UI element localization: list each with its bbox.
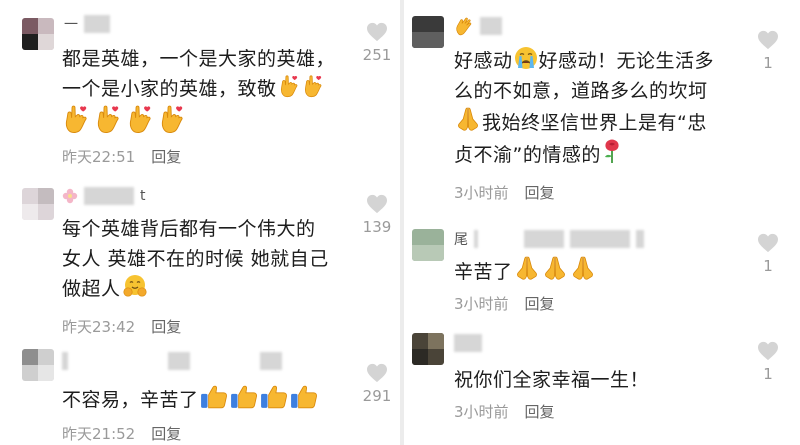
username[interactable] <box>62 351 282 371</box>
emoji-row <box>62 104 342 134</box>
like-count: 251 <box>362 46 392 64</box>
avatar[interactable] <box>412 229 444 261</box>
heart-icon <box>366 22 388 42</box>
love-you-gesture-icon <box>278 74 300 98</box>
username-suffix: t <box>140 188 146 204</box>
comment-column-left: 一 都是英雄，一个是大家的英雄， 一个是小家的英雄，致敬 昨天22:51 回复 … <box>0 0 400 445</box>
timestamp: 3小时前 <box>454 295 509 313</box>
avatar[interactable] <box>22 349 54 381</box>
heart-icon <box>366 363 388 383</box>
comment-meta: 3小时前 回复 <box>454 293 555 314</box>
comment-item: 好感动 好感动！无论生活多 么的不如意，道路多么的坎坷 我始终坚信世界上是有“忠 … <box>404 0 800 215</box>
comment-text: 祝你们全家幸福一生！ <box>454 369 650 391</box>
comment-meta: 昨天21:52 回复 <box>62 423 181 444</box>
reply-button[interactable]: 回复 <box>525 182 555 203</box>
comment-text: 不容易，辛苦了 <box>62 383 362 415</box>
like-button[interactable]: 139 <box>357 194 397 236</box>
comment-column-right: 好感动 好感动！无论生活多 么的不如意，道路多么的坎坷 我始终坚信世界上是有“忠 … <box>404 0 800 445</box>
clapping-hands-icon <box>454 16 474 36</box>
username[interactable]: t <box>62 186 146 206</box>
comment-item: 不容易，辛苦了 昨天21:52 回复 291 <box>0 345 400 445</box>
timestamp: 昨天22:51 <box>62 148 136 166</box>
comment-meta: 昨天22:51 回复 <box>62 146 181 167</box>
hugging-face-icon <box>122 274 148 298</box>
heart-icon <box>757 233 779 253</box>
avatar[interactable] <box>412 333 444 365</box>
avatar[interactable] <box>412 16 444 48</box>
like-button[interactable]: 291 <box>357 363 397 405</box>
like-button[interactable]: 1 <box>748 341 788 383</box>
folded-hands-icon <box>514 255 540 281</box>
like-count: 1 <box>763 54 773 72</box>
folded-hands-icon <box>455 106 481 132</box>
reply-button[interactable]: 回复 <box>151 423 181 444</box>
like-button[interactable]: 1 <box>748 233 788 275</box>
love-you-gesture-icon <box>126 104 154 134</box>
reply-button[interactable]: 回复 <box>525 293 555 314</box>
username[interactable]: 尾 <box>454 229 644 249</box>
avatar[interactable] <box>22 188 54 220</box>
crying-face-icon <box>514 46 538 70</box>
like-count: 291 <box>362 387 392 405</box>
timestamp: 昨天23:42 <box>62 318 136 336</box>
timestamp: 昨天21:52 <box>62 425 136 443</box>
love-you-gesture-icon <box>158 104 186 134</box>
comment-text: 辛苦了 <box>454 255 754 287</box>
comment-meta: 3小时前 回复 <box>454 182 555 203</box>
like-count: 139 <box>362 218 392 236</box>
reply-button[interactable]: 回复 <box>525 401 555 422</box>
username-prefix: 尾 <box>454 232 468 248</box>
heart-icon <box>366 194 388 214</box>
username[interactable] <box>454 16 502 36</box>
comment-item: 一 都是英雄，一个是大家的英雄， 一个是小家的英雄，致敬 昨天22:51 回复 … <box>0 0 400 180</box>
thumbs-up-icon <box>200 383 228 409</box>
like-button[interactable]: 251 <box>357 22 397 64</box>
avatar[interactable] <box>22 18 54 50</box>
thumbs-up-icon <box>230 383 258 409</box>
username[interactable]: 一 <box>64 14 110 34</box>
flower-icon <box>62 188 78 204</box>
like-count: 1 <box>763 365 773 383</box>
timestamp: 3小时前 <box>454 184 509 202</box>
folded-hands-icon <box>542 255 568 281</box>
comment-text: 每个英雄背后都有一个伟大的 女人 英雄不在的时候 她就自己 做超人 <box>62 218 329 300</box>
thumbs-up-icon <box>290 383 318 409</box>
reply-button[interactable]: 回复 <box>151 316 181 337</box>
thumbs-up-icon <box>260 383 288 409</box>
heart-icon <box>757 30 779 50</box>
love-you-gesture-icon <box>94 104 122 134</box>
comment-item: 尾 辛苦了 3小时前 回复 1 <box>404 215 800 325</box>
comment-meta: 3小时前 回复 <box>454 401 555 422</box>
folded-hands-icon <box>570 255 596 281</box>
like-count: 1 <box>763 257 773 275</box>
heart-icon <box>757 341 779 361</box>
comment-text: 都是英雄，一个是大家的英雄， 一个是小家的英雄，致敬 <box>62 44 342 134</box>
comment-item: 祝你们全家幸福一生！ 3小时前 回复 1 <box>404 325 800 445</box>
username[interactable] <box>454 333 482 353</box>
rose-icon <box>602 138 622 164</box>
like-button[interactable]: 1 <box>748 30 788 72</box>
love-you-gesture-icon <box>302 74 324 98</box>
comment-meta: 昨天23:42 回复 <box>62 316 181 337</box>
username-prefix: 一 <box>64 17 78 33</box>
love-you-gesture-icon <box>62 104 90 134</box>
comment-text: 好感动 好感动！无论生活多 么的不如意，道路多么的坎坷 我始终坚信世界上是有“忠 … <box>454 46 754 170</box>
reply-button[interactable]: 回复 <box>151 146 181 167</box>
timestamp: 3小时前 <box>454 403 509 421</box>
comment-item: t 每个英雄背后都有一个伟大的 女人 英雄不在的时候 她就自己 做超人 昨天23… <box>0 180 400 340</box>
